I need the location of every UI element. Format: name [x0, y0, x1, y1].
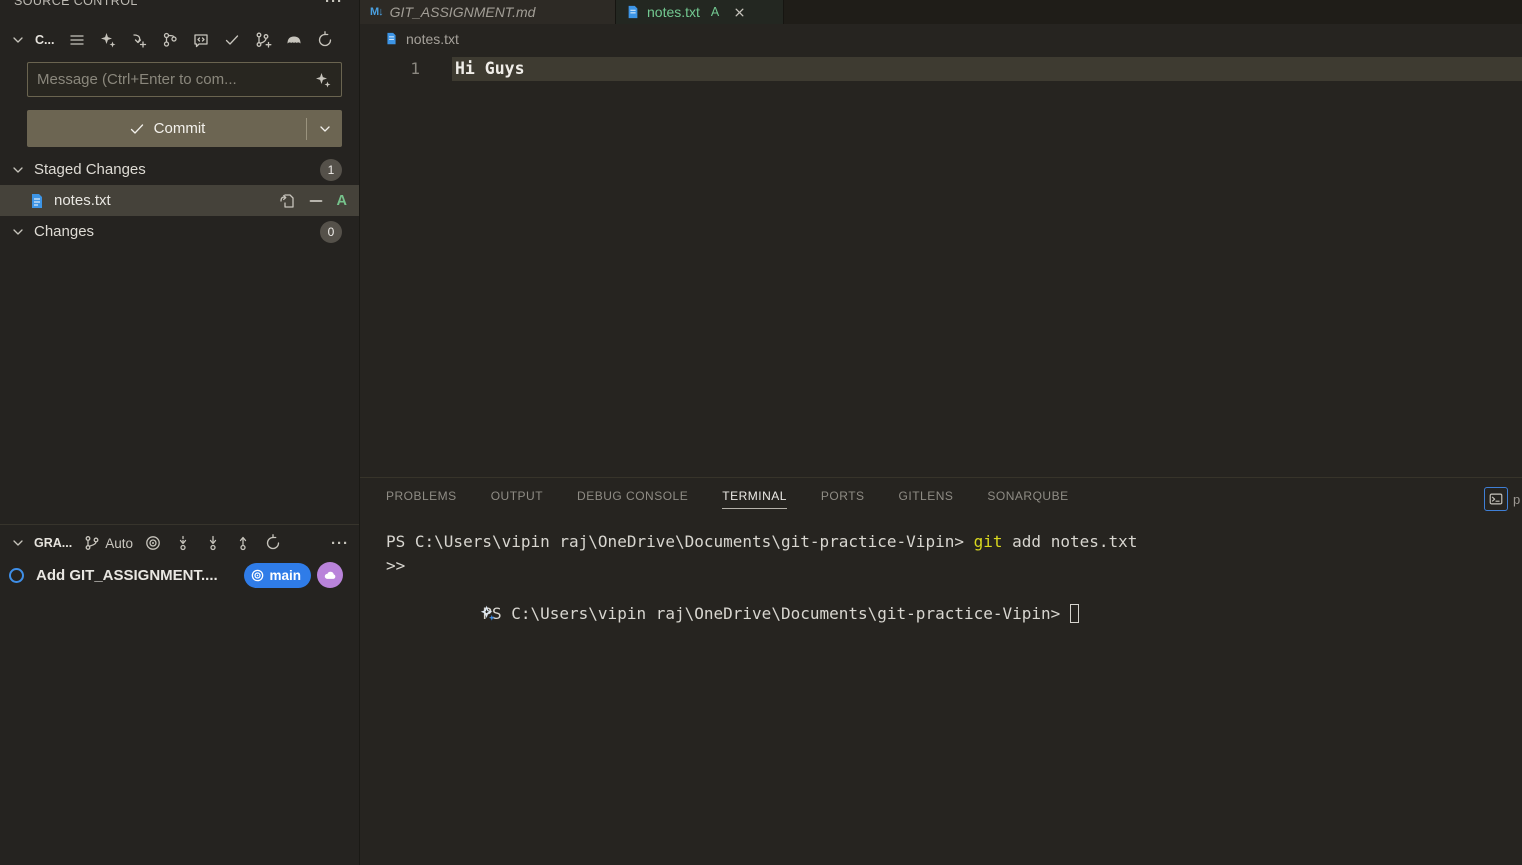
tab-sonarqube[interactable]: SONARQUBE — [987, 485, 1068, 509]
terminal-icon — [1488, 491, 1504, 507]
branch-name: main — [269, 568, 301, 583]
bottom-panel: PROBLEMS OUTPUT DEBUG CONSOLE TERMINAL P… — [360, 477, 1522, 865]
command-args: add notes.txt — [1012, 532, 1137, 551]
tab-problems[interactable]: PROBLEMS — [386, 485, 457, 509]
tab-git-assignment[interactable]: M↓ GIT_ASSIGNMENT.md — [360, 0, 616, 24]
graph-label: GRA... — [34, 536, 72, 550]
staged-file-name: notes.txt — [54, 192, 277, 209]
chevron-down-icon — [8, 222, 28, 242]
commit-message-input[interactable] — [28, 71, 313, 88]
breadcrumb-file-name: notes.txt — [406, 31, 459, 47]
file-icon — [385, 32, 398, 45]
sidebar-title: SOURCE CONTROL — [14, 0, 138, 8]
staged-count-badge: 1 — [320, 159, 342, 181]
comment-icon[interactable] — [191, 30, 211, 50]
staged-changes-header[interactable]: Staged Changes 1 — [0, 154, 359, 185]
branch-badge[interactable]: main — [244, 563, 311, 588]
launch-terminal-button[interactable] — [1484, 487, 1508, 511]
terminal-label-partial: p — [1513, 492, 1522, 507]
file-icon — [29, 193, 45, 209]
view-as-list-icon[interactable] — [67, 30, 87, 50]
open-file-icon[interactable] — [277, 191, 297, 211]
tab-ports[interactable]: PORTS — [821, 485, 865, 509]
pull-icon[interactable] — [203, 533, 223, 553]
target-icon — [250, 568, 265, 583]
chevron-down-icon[interactable] — [8, 533, 28, 553]
graph-commit-row[interactable]: Add GIT_ASSIGNMENT.... main — [0, 559, 359, 591]
unstage-icon[interactable] — [306, 191, 326, 211]
git-status-added: A — [337, 193, 347, 209]
stash-plus-icon[interactable] — [129, 30, 149, 50]
current-line-highlight — [452, 57, 1522, 81]
gitkraken-icon[interactable] — [284, 30, 304, 50]
tab-label: notes.txt — [647, 4, 700, 20]
tab-debug-console[interactable]: DEBUG CONSOLE — [577, 485, 688, 509]
code-line: Hi Guys — [455, 57, 525, 81]
commit-message-box — [27, 62, 342, 97]
commit-message-text: Add GIT_ASSIGNMENT.... — [36, 567, 244, 584]
check-icon — [128, 120, 146, 138]
commit-button[interactable]: Commit — [27, 110, 342, 147]
graph-more-icon[interactable]: ··· — [331, 535, 349, 552]
commit-node-icon — [9, 568, 24, 583]
graph-auto-toggle[interactable]: Auto — [83, 534, 133, 552]
chevron-down-icon — [8, 160, 28, 180]
section-divider — [0, 524, 359, 525]
command-git: git — [974, 532, 1003, 551]
check-icon[interactable] — [222, 30, 242, 50]
repo-label: C... — [35, 33, 54, 47]
terminal-line: PS C:\Users\vipin raj\OneDrive\Documents… — [360, 578, 1522, 602]
tab-gitlens[interactable]: GITLENS — [899, 485, 954, 509]
generate-commit-message-sparkle-icon[interactable] — [313, 70, 333, 90]
graph-auto-label: Auto — [105, 536, 133, 551]
markdown-icon: M↓ — [370, 6, 383, 18]
source-control-sidebar: SOURCE CONTROL ··· C... — [0, 0, 359, 865]
commit-dropdown-button[interactable] — [307, 120, 342, 138]
tab-output[interactable]: OUTPUT — [491, 485, 543, 509]
changes-count-badge: 0 — [320, 221, 342, 243]
refresh-icon[interactable] — [263, 533, 283, 553]
refresh-icon[interactable] — [315, 30, 335, 50]
branch-icon — [83, 534, 101, 552]
changes-label: Changes — [34, 223, 320, 240]
sidebar-header: SOURCE CONTROL ··· — [0, 0, 359, 12]
tab-notes-txt[interactable]: notes.txt A — [616, 0, 784, 24]
fetch-icon[interactable] — [173, 533, 193, 553]
push-icon[interactable] — [233, 533, 253, 553]
target-icon[interactable] — [143, 533, 163, 553]
staged-file-row[interactable]: notes.txt A — [0, 185, 359, 216]
graph-section-header: GRA... Auto ··· — [0, 528, 359, 558]
repo-toolbar: C... — [0, 24, 359, 56]
panel-tab-bar: PROBLEMS OUTPUT DEBUG CONSOLE TERMINAL P… — [360, 478, 1522, 515]
breadcrumb[interactable]: notes.txt — [360, 24, 1522, 53]
tab-git-status-badge: A — [711, 5, 719, 19]
tab-terminal[interactable]: TERMINAL — [722, 485, 787, 509]
line-number: 1 — [398, 57, 420, 81]
sparkle-icon[interactable] — [98, 30, 118, 50]
chevron-down-icon — [316, 120, 334, 138]
terminal-output[interactable]: PS C:\Users\vipin raj\OneDrive\Documents… — [360, 530, 1522, 865]
editor-tab-bar: M↓ GIT_ASSIGNMENT.md notes.txt A — [360, 0, 1522, 24]
vscode-window: SOURCE CONTROL ··· C... — [0, 0, 1522, 865]
commit-graph-icon[interactable] — [160, 30, 180, 50]
changes-header[interactable]: Changes 0 — [0, 216, 359, 247]
close-icon[interactable] — [732, 5, 747, 20]
tab-label: GIT_ASSIGNMENT.md — [390, 4, 536, 20]
commit-button-label: Commit — [154, 120, 206, 137]
code-editor[interactable]: 1 Hi Guys — [360, 53, 1522, 477]
copilot-sparkle-icon — [364, 581, 497, 653]
chevron-down-icon[interactable] — [8, 30, 28, 50]
sidebar-more-icon[interactable]: ··· — [325, 0, 343, 10]
terminal-cursor — [1070, 604, 1079, 623]
editor-area: M↓ GIT_ASSIGNMENT.md notes.txt A — [359, 0, 1522, 865]
publish-cloud-icon[interactable] — [317, 562, 343, 588]
terminal-line: >> — [360, 554, 1522, 578]
staged-changes-label: Staged Changes — [34, 161, 320, 178]
file-icon — [626, 5, 640, 19]
branch-plus-icon[interactable] — [253, 30, 273, 50]
terminal-line: PS C:\Users\vipin raj\OneDrive\Documents… — [360, 530, 1522, 554]
